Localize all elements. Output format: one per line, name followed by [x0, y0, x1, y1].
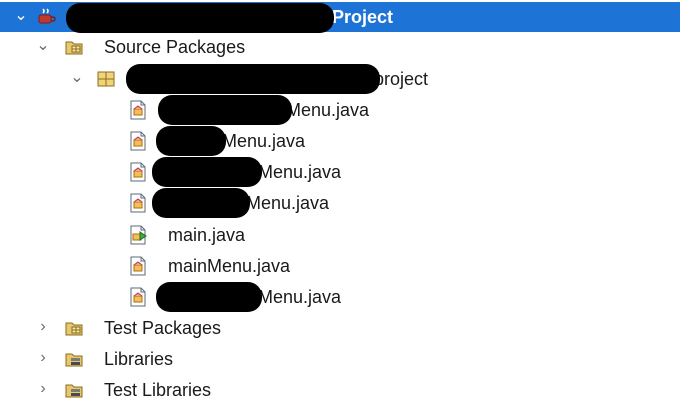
file-label: Menu.java: [286, 100, 370, 120]
redaction-mark: [126, 64, 380, 94]
tree-node-source-packages[interactable]: ⌄ Source Packages: [0, 32, 680, 62]
tree-node-file[interactable]: Menu.java: [0, 282, 680, 312]
java-file-icon: [128, 100, 148, 120]
redaction-mark: [152, 157, 262, 187]
redaction-mark: [156, 282, 262, 312]
tree-node-project[interactable]: ⌄ Project: [0, 2, 680, 33]
java-file-icon: [128, 256, 148, 276]
package-label: project: [374, 69, 429, 89]
redaction-mark: [158, 95, 292, 125]
chevron-right-icon[interactable]: ›: [36, 350, 50, 366]
tree-node-file[interactable]: Menu.java: [0, 126, 680, 156]
redaction-mark: [66, 3, 334, 33]
java-main-file-icon: [128, 225, 148, 245]
redaction-mark: [156, 126, 226, 156]
tree-node-file[interactable]: Menu.java: [0, 95, 680, 125]
tree-node-file[interactable]: Menu.java: [0, 188, 680, 218]
file-label: Menu.java: [246, 193, 330, 213]
test-packages-label: Test Packages: [104, 318, 222, 338]
file-label: Menu.java: [258, 287, 342, 307]
libraries-label: Libraries: [104, 349, 174, 369]
package-icon: [96, 69, 116, 89]
test-folder-icon: [64, 318, 84, 338]
tree-node-test-libraries[interactable]: › Test Libraries: [0, 375, 680, 405]
test-library-folder-icon: [64, 380, 84, 400]
tree-node-test-packages[interactable]: › Test Packages: [0, 313, 680, 343]
tree-node-file-mainmenu[interactable]: mainMenu.java: [0, 251, 680, 281]
chevron-right-icon[interactable]: ›: [36, 381, 50, 397]
source-packages-label: Source Packages: [104, 37, 246, 57]
library-folder-icon: [64, 349, 84, 369]
test-libraries-label: Test Libraries: [104, 380, 212, 400]
chevron-down-icon[interactable]: ⌄: [36, 38, 50, 54]
java-file-icon: [128, 131, 148, 151]
file-label: Menu.java: [222, 131, 306, 151]
tree-node-file-main[interactable]: main.java: [0, 220, 680, 250]
file-label: main.java: [168, 225, 246, 245]
source-folder-icon: [64, 37, 84, 57]
tree-node-package[interactable]: ⌄ project: [0, 64, 680, 94]
java-file-icon: [128, 193, 148, 213]
chevron-down-icon[interactable]: ⌄: [14, 8, 28, 24]
project-label: Project: [332, 7, 394, 27]
file-label: Menu.java: [258, 162, 342, 182]
java-file-icon: [128, 287, 148, 307]
java-project-icon: [36, 7, 56, 27]
redaction-mark: [152, 188, 250, 218]
tree-node-file[interactable]: Menu.java: [0, 157, 680, 187]
tree-node-libraries[interactable]: › Libraries: [0, 344, 680, 374]
chevron-down-icon[interactable]: ⌄: [70, 70, 84, 86]
java-file-icon: [128, 162, 148, 182]
chevron-right-icon[interactable]: ›: [36, 319, 50, 335]
project-tree: ⌄ Project ⌄ Source Packages ⌄ project Me…: [0, 0, 680, 405]
file-label: mainMenu.java: [168, 256, 291, 276]
